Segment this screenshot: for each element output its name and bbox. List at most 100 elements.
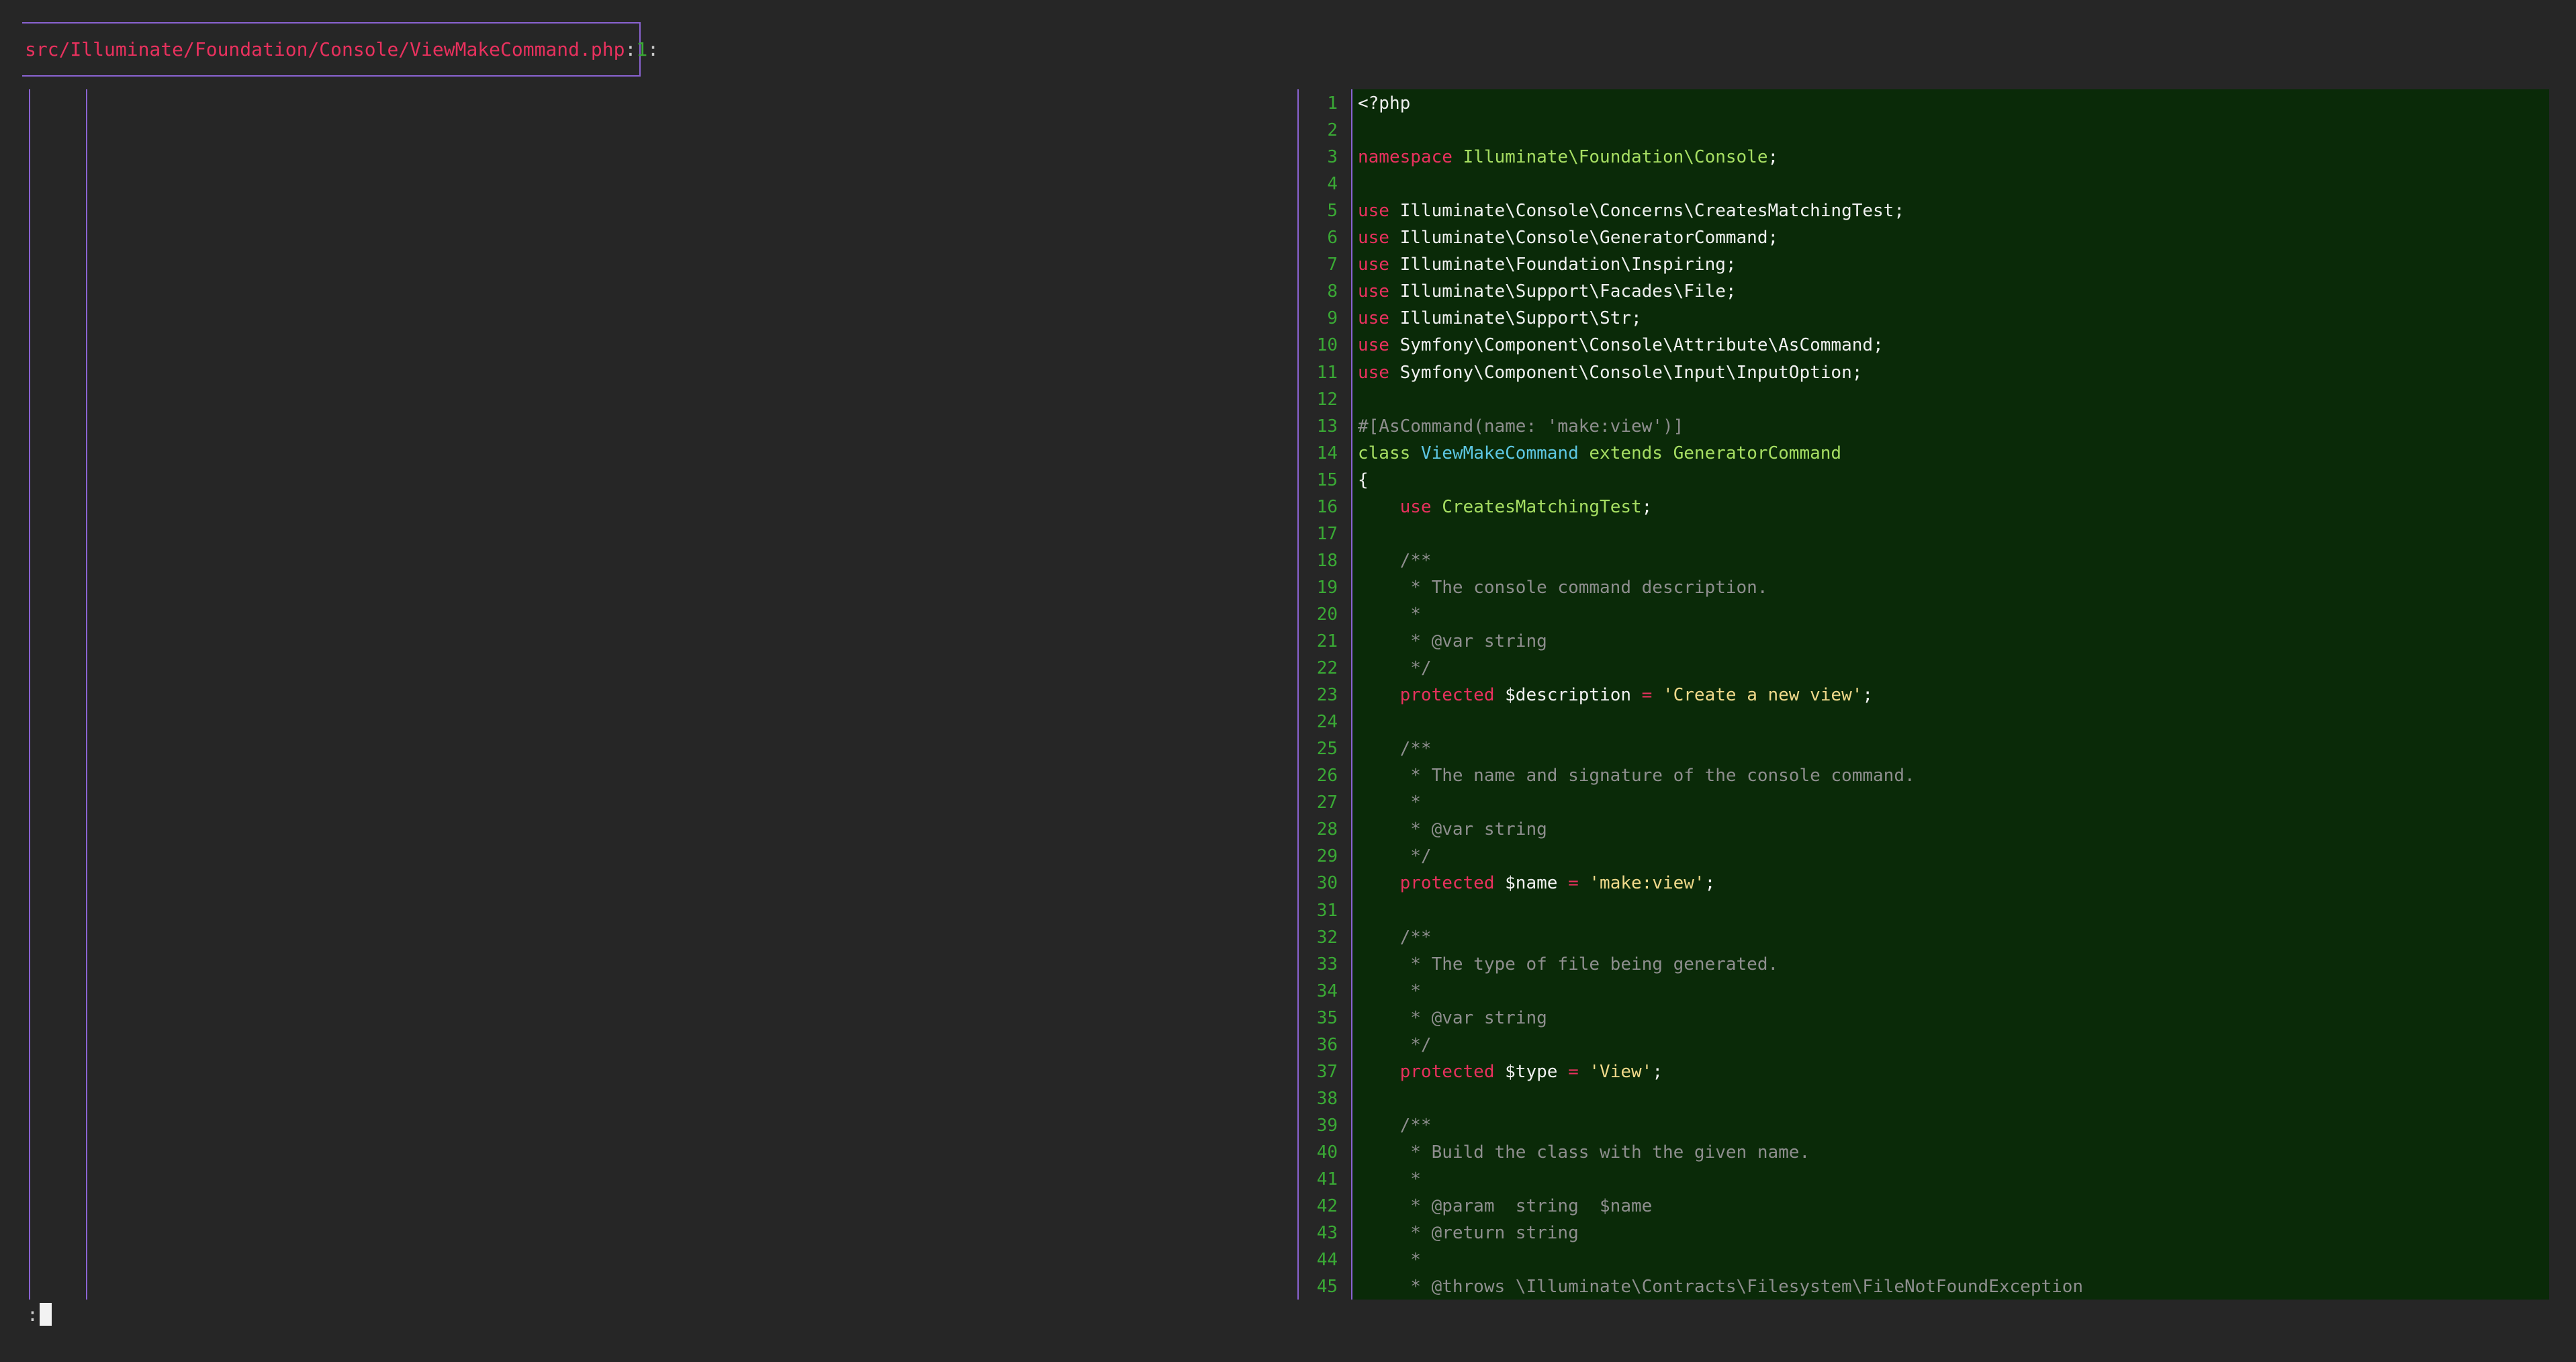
code-line: * @param string $name	[1358, 1193, 1652, 1220]
line-number: 20	[1316, 604, 1338, 625]
code-token: use	[1358, 335, 1400, 356]
file-path-separator-end: :	[647, 38, 659, 60]
code-token: Illuminate\Foundation\Inspiring;	[1399, 255, 1737, 275]
code-line: <?php	[1358, 90, 1410, 117]
code-token: /**	[1358, 927, 1432, 948]
left-pane[interactable]	[29, 89, 87, 1300]
code-token: =	[1568, 1061, 1590, 1082]
line-number: 22	[1316, 658, 1338, 679]
code-line: class ViewMakeCommand extends GeneratorC…	[1358, 440, 1841, 467]
code-line: /**	[1358, 924, 1432, 951]
code-token: use	[1358, 228, 1400, 248]
code-token: ViewMakeCommand	[1420, 443, 1579, 463]
code-token: ;	[1641, 496, 1653, 517]
line-number: 26	[1316, 766, 1338, 786]
code-token: /**	[1358, 1115, 1432, 1136]
code-line: /**	[1358, 547, 1432, 574]
line-number: 7	[1327, 255, 1338, 275]
file-path-separator: :	[625, 38, 637, 60]
code-token: <?php	[1358, 93, 1411, 114]
code-token: $type	[1505, 1061, 1569, 1082]
line-number: 5	[1327, 201, 1338, 222]
line-number: 28	[1316, 819, 1338, 840]
code-token: use	[1358, 362, 1400, 383]
line-number: 21	[1316, 631, 1338, 651]
code-token: * Build the class with the given name.	[1358, 1142, 1810, 1163]
code-token: Illuminate\Support\Facades\File;	[1399, 281, 1737, 302]
code-token: * @param string $name	[1358, 1196, 1653, 1217]
line-number: 1	[1327, 93, 1338, 114]
line-number: 24	[1316, 712, 1338, 733]
code-token: * @var string	[1358, 819, 1547, 840]
line-number: 11	[1316, 362, 1338, 383]
code-line: namespace Illuminate\Foundation\Console;	[1358, 144, 1778, 171]
file-path: src/Illuminate/Foundation/Console/ViewMa…	[25, 38, 625, 60]
line-number: 25	[1316, 739, 1338, 760]
line-number: 3	[1327, 147, 1338, 168]
code-line: *	[1358, 978, 1421, 1005]
command-prompt[interactable]: :	[27, 1302, 52, 1326]
line-number: 30	[1316, 873, 1338, 894]
line-number: 14	[1316, 443, 1338, 463]
code-token: *	[1358, 1250, 1421, 1271]
code-token: *	[1358, 604, 1421, 625]
code-token: use	[1358, 496, 1442, 517]
code-line: *	[1358, 601, 1421, 628]
code-token: Illuminate\Console\GeneratorCommand;	[1399, 228, 1779, 248]
code-token: */	[1358, 846, 1432, 867]
code-token: namespace	[1358, 147, 1463, 168]
code-line: /**	[1358, 735, 1432, 762]
line-number: 43	[1316, 1223, 1338, 1244]
code-token: ;	[1862, 685, 1874, 706]
code-line: * @throws \Illuminate\Contracts\Filesyst…	[1358, 1273, 2083, 1300]
code-token: Symfony\Component\Console\Attribute\AsCo…	[1399, 335, 1884, 356]
code-line: * The type of file being generated.	[1358, 951, 1778, 978]
code-token: protected	[1358, 685, 1506, 706]
code-token: * The name and signature of the console …	[1358, 766, 1915, 786]
line-number: 8	[1327, 281, 1338, 302]
line-number: 6	[1327, 228, 1338, 248]
code-line: use CreatesMatchingTest;	[1358, 494, 1653, 520]
code-token: *	[1358, 792, 1421, 813]
line-number: 10	[1316, 335, 1338, 356]
current-line-number: 1	[636, 38, 648, 60]
code-token: =	[1568, 873, 1590, 894]
line-number: 29	[1316, 846, 1338, 867]
code-token: * @var string	[1358, 1007, 1547, 1028]
code-token: =	[1641, 685, 1663, 706]
code-line: */	[1358, 843, 1432, 870]
code-token: GeneratorCommand	[1673, 443, 1842, 463]
code-line: use Symfony\Component\Console\Input\Inpu…	[1358, 359, 1862, 386]
code-token: $name	[1505, 873, 1569, 894]
line-number: 15	[1316, 469, 1338, 490]
code-line: * @var string	[1358, 816, 1547, 843]
line-number: 40	[1316, 1142, 1338, 1163]
code-line: * Build the class with the given name.	[1358, 1139, 1810, 1166]
code-token: CreatesMatchingTest	[1442, 496, 1642, 517]
code-token: use	[1358, 281, 1400, 302]
code-line: */	[1358, 655, 1432, 682]
code-line: * @return string	[1358, 1220, 1579, 1246]
line-number: 13	[1316, 416, 1338, 437]
line-number: 12	[1316, 389, 1338, 410]
line-number: 33	[1316, 954, 1338, 974]
line-number-gutter: 1 2 3 4 5 6 7 8 9 10 11 12 13 14 15 16 17 18 19 20 21 22 23 24 2…	[1299, 89, 1351, 1300]
code-token: #[AsCommand(name: 'make:view')]	[1358, 416, 1684, 437]
code-token: 'make:view'	[1589, 873, 1705, 894]
code-token: */	[1358, 658, 1432, 679]
code-line: use Illuminate\Console\GeneratorCommand;	[1358, 224, 1778, 251]
code-line: use Illuminate\Support\Facades\File;	[1358, 278, 1737, 305]
code-token: * @return string	[1358, 1223, 1579, 1244]
code-token: Illuminate\Console\Concerns\CreatesMatch…	[1399, 201, 1904, 222]
code-line: *	[1358, 1246, 1421, 1273]
code-token: extends	[1578, 443, 1673, 463]
code-line: use Illuminate\Console\Concerns\CreatesM…	[1358, 197, 1904, 224]
line-number: 18	[1316, 550, 1338, 571]
code-token: 'Create a new view'	[1662, 685, 1863, 706]
code-token: Symfony\Component\Console\Input\InputOpt…	[1399, 362, 1863, 383]
code-preview-pane[interactable]: <?php namespace Illuminate\Foundation\Con…	[1351, 89, 2549, 1300]
code-token: use	[1358, 308, 1400, 329]
line-number: 41	[1316, 1169, 1338, 1189]
code-line: #[AsCommand(name: 'make:view')]	[1358, 413, 1684, 440]
code-token: * The console command description.	[1358, 577, 1768, 598]
